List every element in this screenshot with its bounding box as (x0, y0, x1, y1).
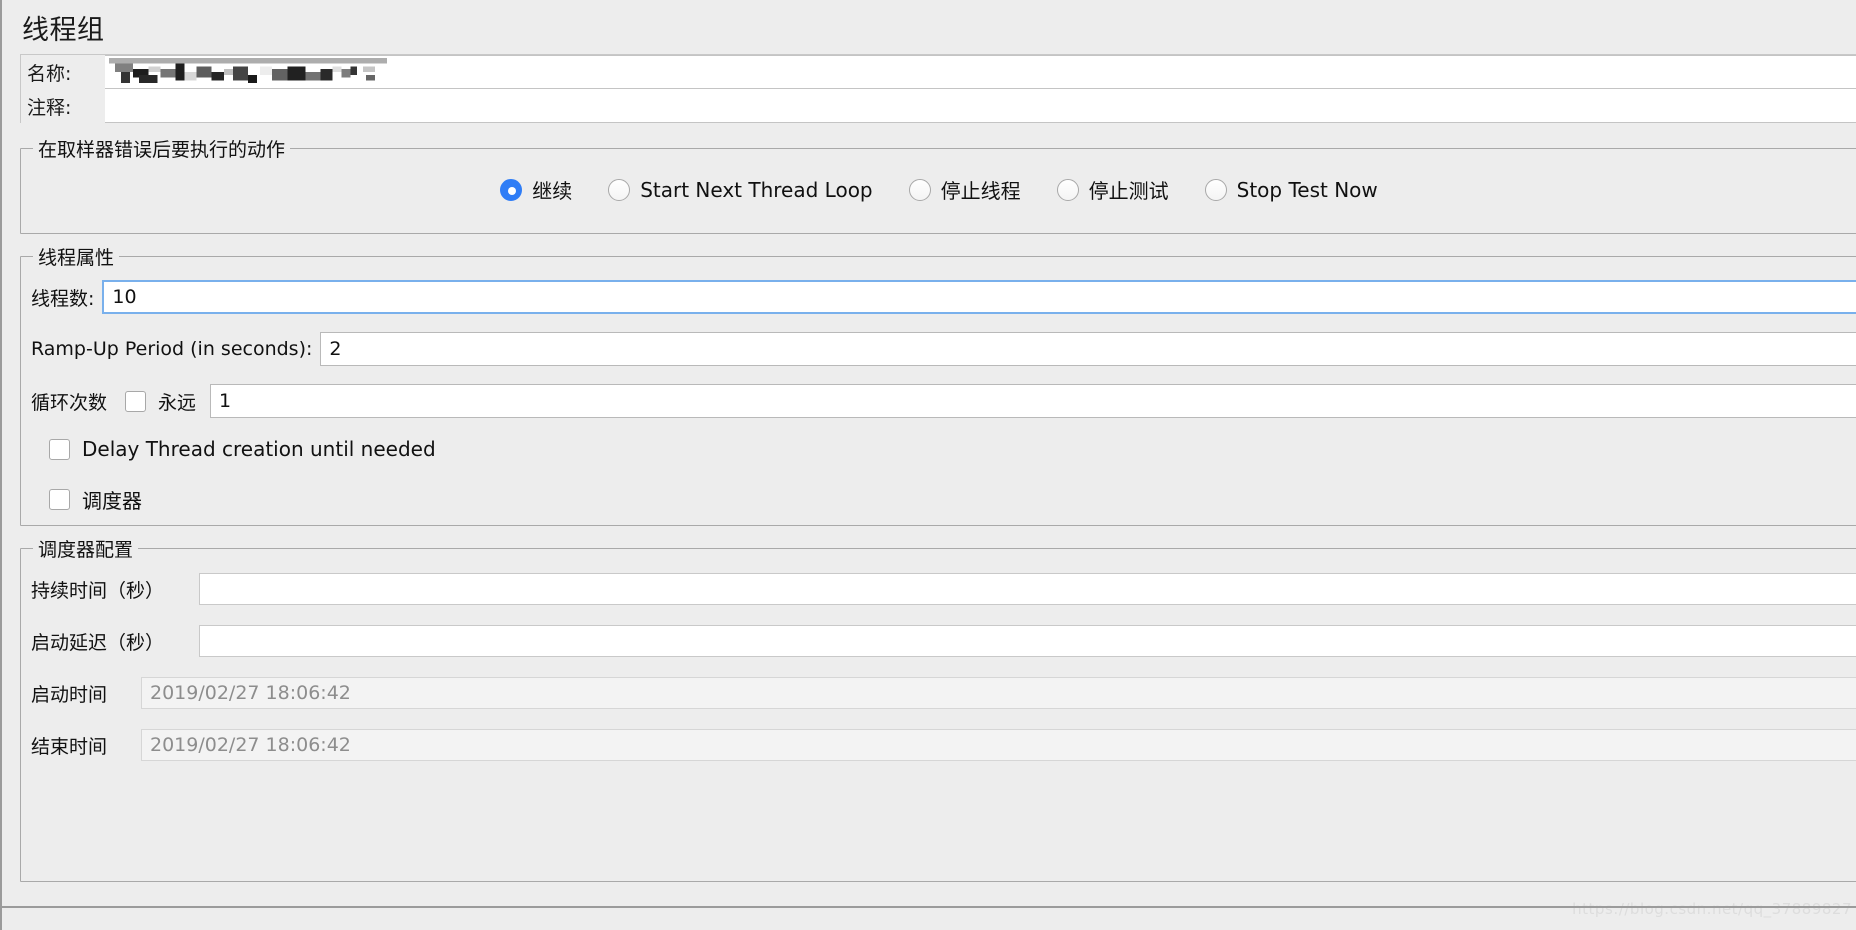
duration-label: 持续时间（秒） (31, 579, 165, 602)
name-label: 名称: (21, 55, 105, 89)
startup-delay-label: 启动延迟（秒） (31, 631, 165, 654)
radio-icon-stop-thread[interactable] (908, 178, 931, 201)
thread-group-panel: 线程组 名称: 注释: 在取样器错误后要执行的动作 继续 Start Next … (0, 0, 1856, 930)
delay-thread-creation-label: Delay Thread creation until needed (82, 437, 436, 461)
name-row: 名称: (21, 55, 1856, 89)
radio-label-continue: 继续 (532, 179, 573, 203)
end-time-input[interactable]: 2019/02/27 18:06:42 (141, 729, 1856, 761)
top-form: 名称: 注释: (20, 54, 1856, 123)
scheduler-label: 调度器 (82, 489, 142, 513)
ramp-up-label: Ramp-Up Period (in seconds): (31, 338, 313, 360)
watermark: https://blog.csdn.net/qq_37889827 (1572, 900, 1852, 918)
bottom-divider (2, 906, 1856, 908)
start-time-input[interactable]: 2019/02/27 18:06:42 (141, 677, 1856, 709)
radio-option-stop-test[interactable]: 停止测试 (1056, 175, 1169, 204)
end-time-row: 结束时间 2019/02/27 18:06:42 (21, 727, 1856, 763)
radio-label-stop-test-now: Stop Test Now (1236, 177, 1378, 202)
forever-label: 永远 (158, 391, 197, 414)
error-action-group-title: 在取样器错误后要执行的动作 (33, 135, 291, 162)
name-input[interactable] (105, 55, 1856, 89)
radio-icon-stop-test-now[interactable] (1204, 178, 1227, 201)
comments-input[interactable] (105, 89, 1856, 123)
radio-icon-continue[interactable] (500, 178, 523, 201)
forever-checkbox[interactable] (125, 390, 147, 412)
startup-delay-input[interactable] (199, 625, 1856, 657)
loop-count-input[interactable]: 1 (210, 384, 1856, 418)
end-time-label: 结束时间 (31, 735, 108, 758)
scheduler-config-group-title: 调度器配置 (33, 535, 139, 562)
startup-delay-row: 启动延迟（秒） (21, 623, 1856, 659)
redacted-name-overlay (109, 58, 387, 84)
radio-option-start-next-thread-loop[interactable]: Start Next Thread Loop (608, 177, 873, 202)
loop-count-label: 循环次数 (31, 391, 108, 414)
delay-thread-creation-row[interactable]: Delay Thread creation until needed (49, 437, 436, 461)
error-action-group: 在取样器错误后要执行的动作 继续 Start Next Thread Loop … (20, 135, 1856, 234)
page-title: 线程组 (22, 15, 105, 46)
radio-label-stop-test: 停止测试 (1088, 179, 1169, 203)
start-time-row: 启动时间 2019/02/27 18:06:42 (21, 675, 1856, 711)
comments-row: 注释: (21, 89, 1856, 123)
loop-count-row: 循环次数 永远 1 (21, 383, 1856, 419)
scheduler-checkbox[interactable] (49, 489, 70, 510)
duration-input[interactable] (199, 573, 1856, 605)
radio-label-stop-thread: 停止线程 (940, 179, 1021, 203)
ramp-up-input[interactable]: 2 (320, 332, 1856, 366)
radio-option-stop-thread[interactable]: 停止线程 (908, 175, 1021, 204)
scheduler-config-group: 调度器配置 持续时间（秒） 启动延迟（秒） 启动时间 2019/02/27 18… (20, 535, 1856, 882)
scheduler-toggle-row[interactable]: 调度器 (49, 485, 142, 514)
radio-option-continue[interactable]: 继续 (500, 175, 572, 204)
num-threads-label: 线程数: (31, 287, 95, 310)
num-threads-input[interactable]: 10 (102, 280, 1856, 314)
radio-label-start-next-thread-loop: Start Next Thread Loop (640, 177, 873, 202)
start-time-label: 启动时间 (31, 683, 108, 706)
comments-label: 注释: (21, 89, 105, 123)
ramp-up-row: Ramp-Up Period (in seconds): 2 (21, 331, 1856, 367)
num-threads-row: 线程数: 10 (21, 279, 1856, 315)
error-action-radio-row: 继续 Start Next Thread Loop 停止线程 停止测试 Stop… (21, 175, 1856, 204)
radio-icon-stop-test[interactable] (1056, 178, 1079, 201)
delay-thread-creation-checkbox[interactable] (49, 438, 70, 460)
thread-properties-group: 线程属性 线程数: 10 Ramp-Up Period (in seconds)… (20, 243, 1856, 526)
duration-row: 持续时间（秒） (21, 571, 1856, 607)
thread-properties-group-title: 线程属性 (33, 243, 120, 270)
radio-option-stop-test-now[interactable]: Stop Test Now (1204, 177, 1378, 202)
radio-icon-start-next-thread-loop[interactable] (608, 178, 631, 201)
